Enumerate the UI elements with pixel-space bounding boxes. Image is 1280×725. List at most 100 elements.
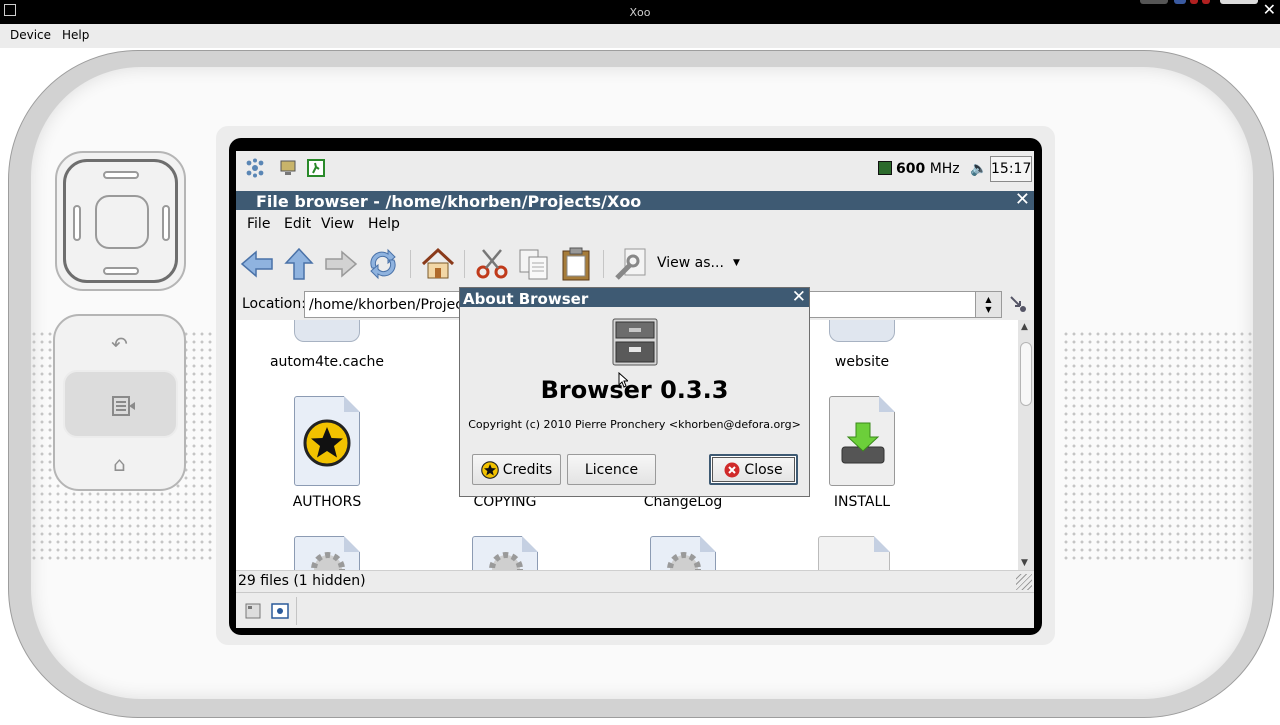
credits-button[interactable]: Credits (472, 454, 561, 485)
star-badge-icon (303, 419, 351, 467)
gear-icon (667, 552, 701, 570)
mouse-cursor-icon (618, 372, 628, 388)
copy-button[interactable] (515, 246, 553, 282)
authors-document-icon (294, 396, 360, 486)
view-as-dropdown-icon[interactable]: ▼ (733, 258, 740, 268)
install-document-icon (829, 396, 895, 486)
licence-button-label: Licence (584, 461, 639, 478)
file-cabinet-icon (612, 318, 658, 366)
up-button[interactable] (280, 246, 318, 282)
refresh-icon (370, 248, 396, 280)
speaker-grille-right (1062, 330, 1252, 560)
host-close-icon[interactable]: ✕ (1263, 2, 1276, 18)
file-item-label: AUTHORS (292, 494, 362, 510)
back-button[interactable] (238, 246, 276, 282)
cpu-chip-icon (878, 161, 892, 175)
bottom-panel (236, 592, 1034, 628)
file-item-label: autom4te.cache (269, 354, 385, 370)
menu-file[interactable]: File (247, 216, 270, 232)
cpu-unit: MHz (929, 161, 960, 177)
file-item[interactable] (594, 536, 772, 570)
file-item[interactable]: AUTHORS (238, 396, 416, 516)
file-item[interactable] (416, 536, 594, 570)
screenshot-icon[interactable] (271, 602, 289, 620)
cut-button[interactable] (473, 246, 511, 282)
keyboard-icon[interactable] (244, 602, 262, 620)
cpu-frequency: 600 MHz 🔈 (878, 161, 988, 177)
menu-view[interactable]: View (321, 216, 354, 232)
scissors-icon (476, 249, 508, 279)
location-label: Location: (242, 296, 306, 312)
file-browser-menubar: File Edit View Help (236, 210, 1034, 238)
menu-key-icon (112, 396, 135, 416)
home-key-icon[interactable]: ⌂ (55, 452, 184, 476)
file-browser-toolbar: View as... ▼ (236, 238, 1034, 288)
menu-key[interactable] (63, 370, 178, 438)
menu-edit[interactable]: Edit (284, 216, 311, 232)
host-tray (1140, 0, 1260, 6)
folder-icon (294, 320, 360, 342)
text-document-icon (818, 536, 890, 570)
file-item[interactable] (238, 536, 416, 570)
main-menu-icon[interactable] (245, 158, 265, 178)
dpad-left[interactable] (73, 205, 81, 241)
paste-icon (562, 247, 590, 281)
about-app-name: Browser 0.3.3 (540, 376, 729, 404)
file-browser-close-icon[interactable]: ✕ (1015, 191, 1030, 209)
scroll-up-icon[interactable]: ▲ (1021, 322, 1028, 332)
about-close-icon[interactable]: ✕ (792, 288, 806, 306)
preferences-button[interactable] (611, 246, 649, 282)
go-icon[interactable] (1008, 294, 1028, 314)
menu-help[interactable]: Help (62, 28, 89, 42)
scroll-down-icon[interactable]: ▼ (1021, 558, 1028, 568)
host-titlebar: Xoo ✕ (0, 0, 1280, 24)
file-item[interactable] (764, 536, 942, 570)
volume-icon[interactable]: 🔈 (970, 161, 987, 177)
about-dialog-title: About Browser (463, 290, 589, 308)
file-browser-title: File browser - /home/khorben/Projects/Xo… (256, 192, 642, 210)
executable-document-icon (472, 536, 538, 570)
paste-button[interactable] (557, 246, 595, 282)
menu-device[interactable]: Device (10, 28, 51, 42)
host-menubar: Device Help (0, 24, 1280, 48)
forward-arrow-icon (325, 250, 358, 278)
licence-button[interactable]: Licence (567, 454, 656, 485)
host-window-title: Xoo (629, 6, 651, 19)
file-browser-titlebar: File browser - /home/khorben/Projects/Xo… (236, 191, 1034, 210)
hardware-keys: ↶ ⌂ (53, 314, 186, 491)
status-bar: 29 files (1 hidden) (236, 570, 1034, 592)
about-copyright: Copyright (c) 2010 Pierre Pronchery <kho… (468, 418, 801, 431)
about-dialog: About Browser ✕ Browser 0.3.3 Copyright … (459, 287, 810, 497)
dpad-up[interactable] (103, 171, 139, 179)
dpad[interactable] (55, 151, 186, 291)
refresh-button[interactable] (364, 246, 402, 282)
forward-button[interactable] (322, 246, 360, 282)
dpad-center-button[interactable] (95, 195, 149, 249)
location-dropdown-button[interactable]: ▲ ▼ (975, 291, 1002, 318)
back-key-icon[interactable]: ↶ (55, 332, 184, 356)
scrollbar-thumb[interactable] (1020, 342, 1032, 406)
close-button[interactable]: Close (709, 454, 798, 485)
clock[interactable]: 15:17 (990, 156, 1032, 182)
menu-help-fb[interactable]: Help (368, 216, 400, 232)
star-badge-icon (480, 460, 499, 479)
desktop-icon[interactable] (278, 158, 298, 178)
up-arrow-icon (284, 247, 314, 280)
gear-icon (311, 552, 345, 570)
back-arrow-icon (240, 250, 273, 278)
vertical-scrollbar[interactable]: ▲ ▼ (1018, 320, 1034, 570)
home-icon (421, 247, 455, 279)
dpad-down[interactable] (103, 267, 139, 275)
wrench-icon (615, 248, 646, 280)
download-icon (841, 422, 885, 464)
logout-icon[interactable] (306, 158, 326, 178)
copy-icon (519, 249, 548, 280)
dpad-right[interactable] (162, 205, 170, 241)
executable-document-icon (294, 536, 360, 570)
gear-icon (489, 552, 523, 570)
close-icon (724, 462, 740, 477)
resize-grip-icon[interactable] (1016, 574, 1032, 590)
view-as-label[interactable]: View as... (657, 255, 724, 271)
home-button[interactable] (419, 246, 457, 282)
file-item[interactable]: autom4te.cache (238, 320, 416, 380)
